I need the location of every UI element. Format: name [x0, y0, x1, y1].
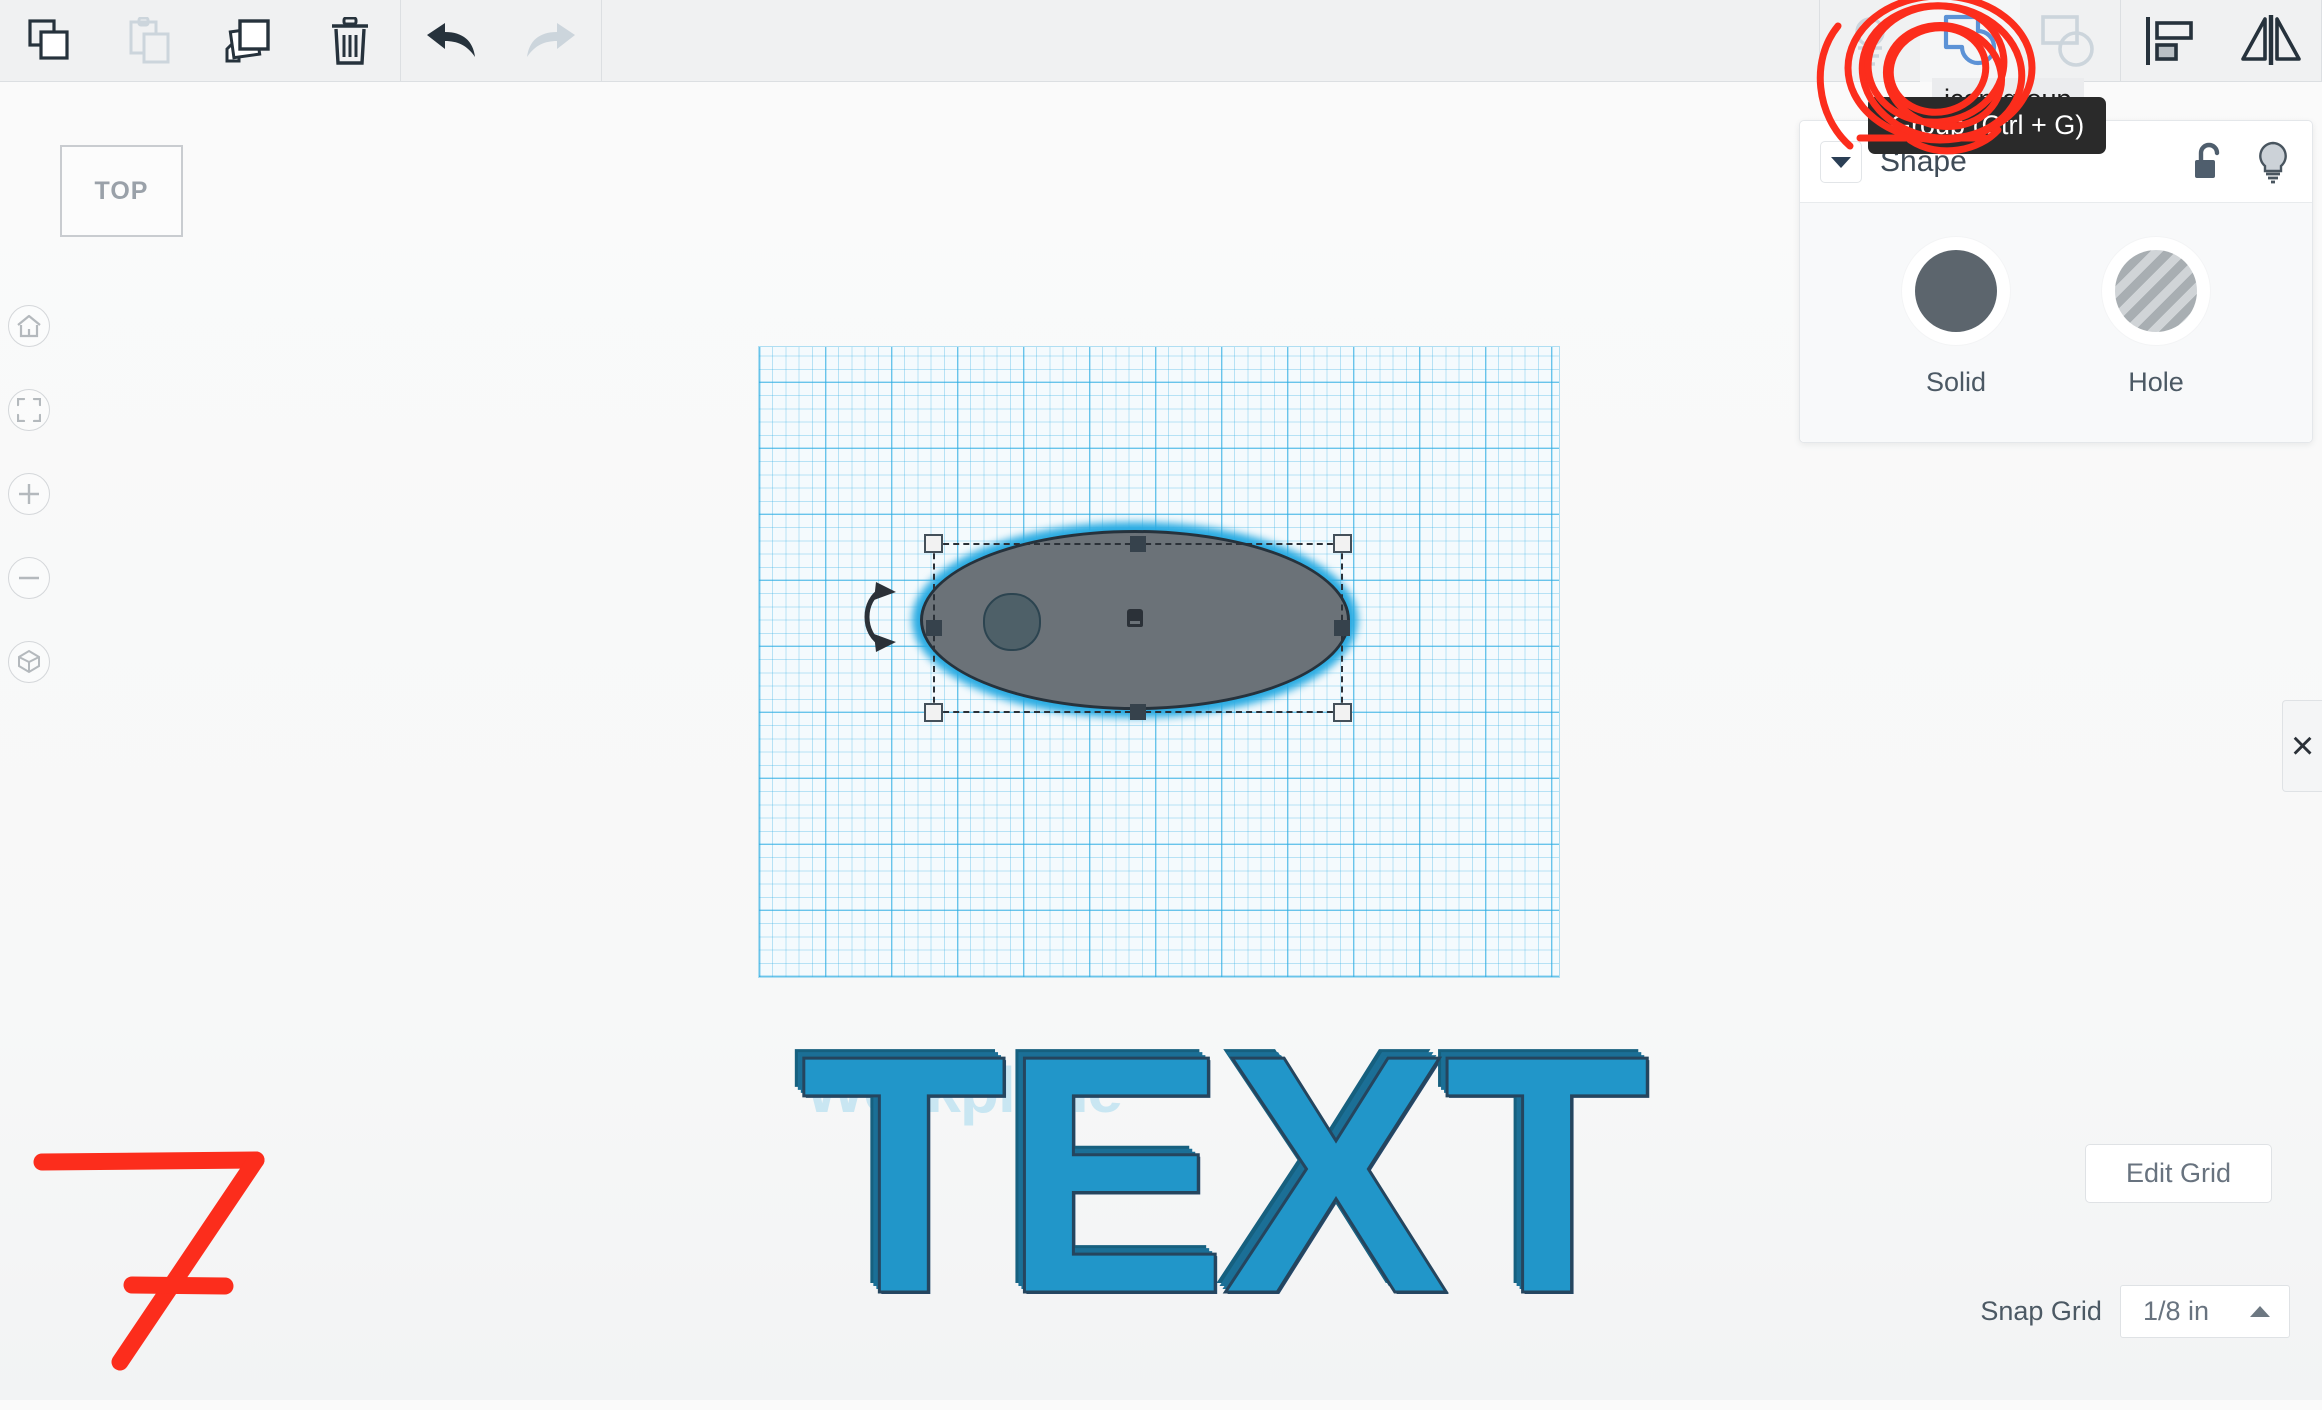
delete-button[interactable]	[300, 0, 400, 82]
top-toolbar	[0, 0, 2322, 82]
undo-icon	[423, 19, 479, 63]
toolbar-divider-2	[601, 0, 602, 82]
snap-grid-select[interactable]: 1/8 in	[2120, 1285, 2290, 1338]
ungroup-button[interactable]	[2020, 0, 2120, 82]
handle-top-center[interactable]	[1130, 536, 1146, 552]
plus-icon	[17, 482, 41, 506]
panel-close-tab[interactable]: ×	[2282, 700, 2322, 792]
minus-icon	[17, 566, 41, 590]
solid-swatch-dot	[1915, 250, 1997, 332]
hole-swatch-ring	[2102, 237, 2210, 345]
solid-swatch-label: Solid	[1926, 367, 1986, 398]
panel-body: Solid Hole	[1800, 203, 2312, 442]
snap-grid-value: 1/8 in	[2143, 1296, 2209, 1327]
unlock-icon[interactable]	[2190, 141, 2228, 183]
handle-bottom-right[interactable]	[1333, 703, 1352, 722]
home-icon	[16, 314, 42, 338]
paste-icon	[127, 17, 173, 65]
zoom-out-button[interactable]	[8, 557, 50, 599]
workplane-button[interactable]	[1820, 0, 1920, 82]
cube-perspective-icon	[16, 649, 42, 675]
group-icon	[1940, 13, 2000, 69]
chevron-down-icon	[1830, 155, 1852, 169]
handle-bottom-left[interactable]	[924, 703, 943, 722]
selection-bounding-box	[933, 543, 1343, 713]
handle-top-right[interactable]	[1333, 534, 1352, 553]
snap-grid-label: Snap Grid	[1980, 1296, 2102, 1327]
duplicate-button[interactable]	[200, 0, 300, 82]
group-tooltip: Group (Ctrl + G)	[1868, 97, 2106, 154]
edit-grid-button[interactable]: Edit Grid	[2085, 1144, 2272, 1203]
toolbar-object-group	[1819, 0, 2322, 82]
solid-swatch[interactable]: Solid	[1876, 237, 2036, 398]
redo-icon	[523, 19, 579, 63]
panel-header-icons	[2190, 140, 2292, 184]
paste-button[interactable]	[100, 0, 200, 82]
fit-to-view-button[interactable]	[8, 389, 50, 431]
hole-swatch-label: Hole	[2128, 367, 2184, 398]
text-3d-shape[interactable]: TEXT	[800, 1005, 1645, 1345]
hole-swatch-dot	[2115, 250, 2197, 332]
trash-icon	[330, 17, 370, 65]
panel-collapse-toggle[interactable]	[1820, 141, 1862, 183]
duplicate-icon	[225, 17, 275, 65]
undo-button[interactable]	[401, 0, 501, 82]
mirror-button[interactable]	[2221, 0, 2321, 82]
copy-button[interactable]	[0, 0, 100, 82]
handle-middle-left[interactable]	[926, 620, 942, 636]
home-view-button[interactable]	[8, 305, 50, 347]
hole-swatch[interactable]: Hole	[2076, 237, 2236, 398]
ungroup-icon	[2038, 13, 2102, 69]
group-button[interactable]	[1920, 0, 2020, 82]
align-button[interactable]	[2121, 0, 2221, 82]
zoom-in-button[interactable]	[8, 473, 50, 515]
redo-button[interactable]	[501, 0, 601, 82]
toolbar-edit-group	[0, 0, 400, 82]
rotate-handle-icon[interactable]	[852, 580, 908, 654]
shape-inspector-panel: Shape Solid Hole	[1799, 120, 2313, 443]
ortho-toggle-button[interactable]	[8, 641, 50, 683]
align-icon	[2142, 15, 2200, 67]
handle-top-left[interactable]	[924, 534, 943, 553]
lightbulb-icon[interactable]	[2254, 140, 2292, 184]
workplane-icon	[1839, 14, 1901, 68]
handle-middle-right[interactable]	[1334, 620, 1350, 636]
mirror-icon	[2239, 15, 2303, 67]
toolbar-history-group	[401, 0, 601, 82]
chevron-up-icon	[2249, 1305, 2271, 1319]
fit-frame-icon	[17, 398, 41, 422]
snap-grid-row: Snap Grid 1/8 in	[1980, 1285, 2290, 1338]
copy-icon	[27, 18, 73, 64]
solid-swatch-ring	[1902, 237, 2010, 345]
handle-bottom-center[interactable]	[1130, 704, 1146, 720]
view-cube[interactable]: TOP	[60, 145, 183, 237]
